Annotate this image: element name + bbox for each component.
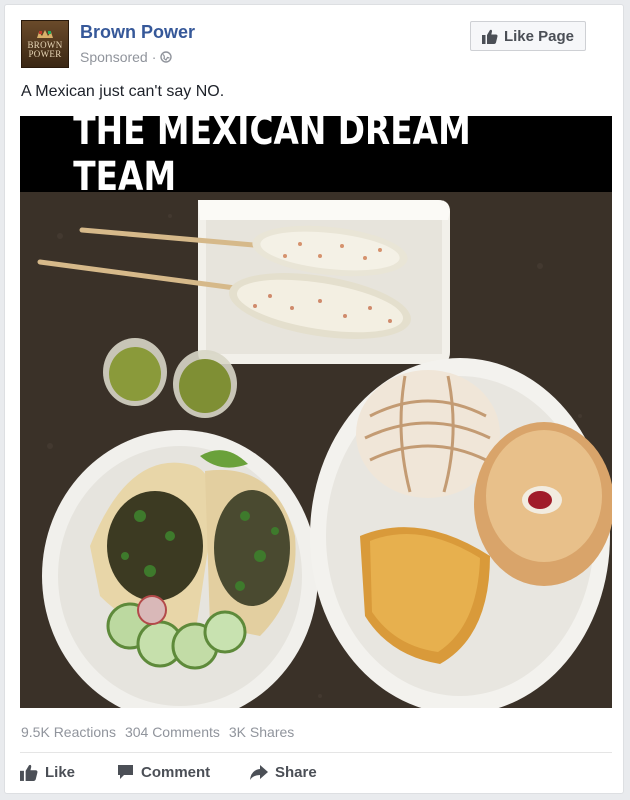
shares-count[interactable]: 3K Shares xyxy=(229,724,294,740)
image-caption: THE MEXICAN DREAM TEAM xyxy=(73,116,471,200)
page-avatar[interactable]: BROWN POWER xyxy=(21,20,69,68)
comment-bubble-icon xyxy=(118,765,133,779)
actions-divider xyxy=(20,752,612,753)
share-label: Share xyxy=(275,763,317,781)
engagement-stats: 9.5K Reactions 304 Comments 3K Shares xyxy=(21,724,294,740)
like-label: Like xyxy=(45,763,76,781)
like-page-button[interactable]: Like Page xyxy=(470,21,586,51)
comment-button[interactable]: Comment xyxy=(117,758,250,786)
post-photo[interactable]: THE MEXICAN DREAM TEAM xyxy=(20,116,612,708)
avatar-logo-line2: POWER xyxy=(28,49,62,59)
food-photo-illustration xyxy=(20,116,612,708)
meta-separator: · xyxy=(151,49,157,65)
sponsored-label[interactable]: Sponsored xyxy=(80,49,148,65)
share-button[interactable]: Share xyxy=(250,758,350,786)
post-meta: Sponsored · xyxy=(80,49,173,65)
page-name-link[interactable]: Brown Power xyxy=(80,22,195,43)
comment-label: Comment xyxy=(141,763,211,781)
avatar-crest-icon xyxy=(37,30,53,38)
globe-icon[interactable] xyxy=(160,51,173,63)
comments-count[interactable]: 304 Comments xyxy=(125,724,220,740)
like-button[interactable]: Like xyxy=(20,758,117,786)
post-actions: Like Comment Share xyxy=(20,758,350,786)
share-arrow-icon xyxy=(250,764,268,780)
post-card: BROWN POWER Brown Power Sponsored · Like… xyxy=(4,4,624,794)
thumbs-up-icon xyxy=(481,29,498,44)
thumbs-up-icon xyxy=(20,764,38,781)
reactions-count[interactable]: 9.5K Reactions xyxy=(21,724,116,740)
post-text: A Mexican just can't say NO. xyxy=(21,83,225,100)
like-page-label: Like Page xyxy=(503,27,575,45)
